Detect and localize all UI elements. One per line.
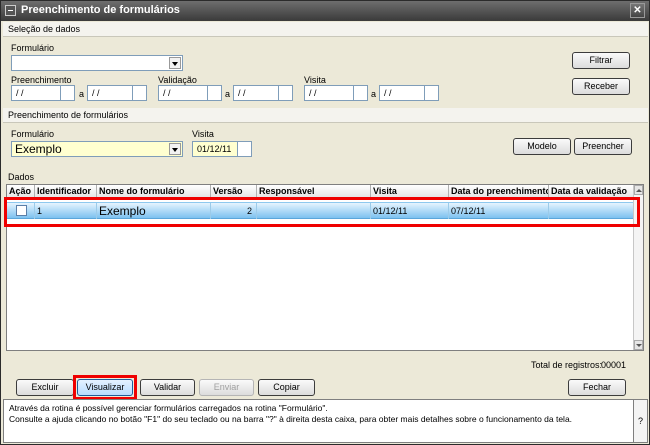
calendar-icon[interactable] [279, 85, 293, 101]
visualizar-highlight-box [73, 375, 137, 400]
filtrar-button[interactable]: Filtrar [572, 52, 630, 69]
dados-label: Dados [8, 172, 35, 182]
window-menu-icon[interactable] [5, 5, 16, 16]
close-icon[interactable]: ✕ [630, 3, 645, 18]
formulario-label: Formulário [11, 43, 55, 53]
selecao-panel: Formulário Preenchimento / / a / / Valid… [3, 38, 648, 106]
formulario-preenchimento-value: Exemplo [15, 142, 62, 156]
formulario-label: Formulário [11, 129, 55, 139]
visita-from-field[interactable]: / / [304, 85, 354, 101]
visita-label: Visita [192, 129, 214, 139]
total-bar: Total de registros: 00001 [3, 352, 648, 374]
excluir-button[interactable]: Excluir [16, 379, 74, 396]
a-label: a [225, 89, 231, 99]
chevron-down-icon[interactable] [169, 57, 181, 69]
preencher-button[interactable]: Preencher [574, 138, 632, 155]
chevron-down-icon[interactable] [169, 143, 181, 155]
visita-field[interactable]: 01/12/11 [192, 141, 238, 157]
validacao-to-field[interactable]: / / [233, 85, 279, 101]
calendar-icon[interactable] [208, 85, 222, 101]
scroll-down-icon[interactable] [634, 340, 643, 350]
help-box: Através da rotina é possível gerenciar f… [3, 399, 648, 443]
calendar-icon[interactable] [425, 85, 439, 101]
calendar-icon[interactable] [238, 141, 252, 157]
calendar-icon[interactable] [133, 85, 147, 101]
selecao-header: Seleção de dados [3, 22, 648, 37]
calendar-icon[interactable] [354, 85, 368, 101]
help-line-2: Consulte a ajuda clicando no botão "F1" … [9, 414, 573, 424]
title-bar: Preenchimento de formulários ✕ [1, 1, 649, 21]
validacao-from-field[interactable]: / / [158, 85, 208, 101]
validacao-label: Validação [158, 75, 197, 85]
total-label: Total de registros: [531, 360, 603, 370]
preenchimento-label: Preenchimento [11, 75, 72, 85]
row-highlight-box [4, 197, 640, 227]
main-window: Preenchimento de formulários ✕ Seleção d… [0, 0, 650, 445]
calendar-icon[interactable] [61, 85, 75, 101]
enviar-button[interactable]: Enviar [199, 379, 254, 396]
preenchimento-to-field[interactable]: / / [87, 85, 133, 101]
visita-label: Visita [304, 75, 326, 85]
modelo-button[interactable]: Modelo [513, 138, 571, 155]
a-label: a [371, 89, 377, 99]
window-title: Preenchimento de formulários [21, 4, 180, 16]
copiar-button[interactable]: Copiar [258, 379, 315, 396]
help-line-1: Através da rotina é possível gerenciar f… [9, 403, 328, 413]
scroll-up-icon[interactable] [634, 185, 643, 195]
validar-button[interactable]: Validar [140, 379, 195, 396]
help-icon[interactable]: ? [633, 400, 647, 442]
formulario-select[interactable] [11, 55, 183, 71]
receber-button[interactable]: Receber [572, 78, 630, 95]
preenchimento-from-field[interactable]: / / [11, 85, 61, 101]
fechar-button[interactable]: Fechar [568, 379, 626, 396]
formulario-preenchimento-select[interactable]: Exemplo [11, 141, 183, 157]
a-label: a [79, 89, 85, 99]
total-value: 00001 [601, 360, 627, 370]
visita-to-field[interactable]: / / [379, 85, 425, 101]
preenchimento-header: Preenchimento de formulários [3, 108, 648, 123]
preenchimento-panel: Formulário Exemplo Visita 01/12/11 Model… [3, 124, 648, 166]
